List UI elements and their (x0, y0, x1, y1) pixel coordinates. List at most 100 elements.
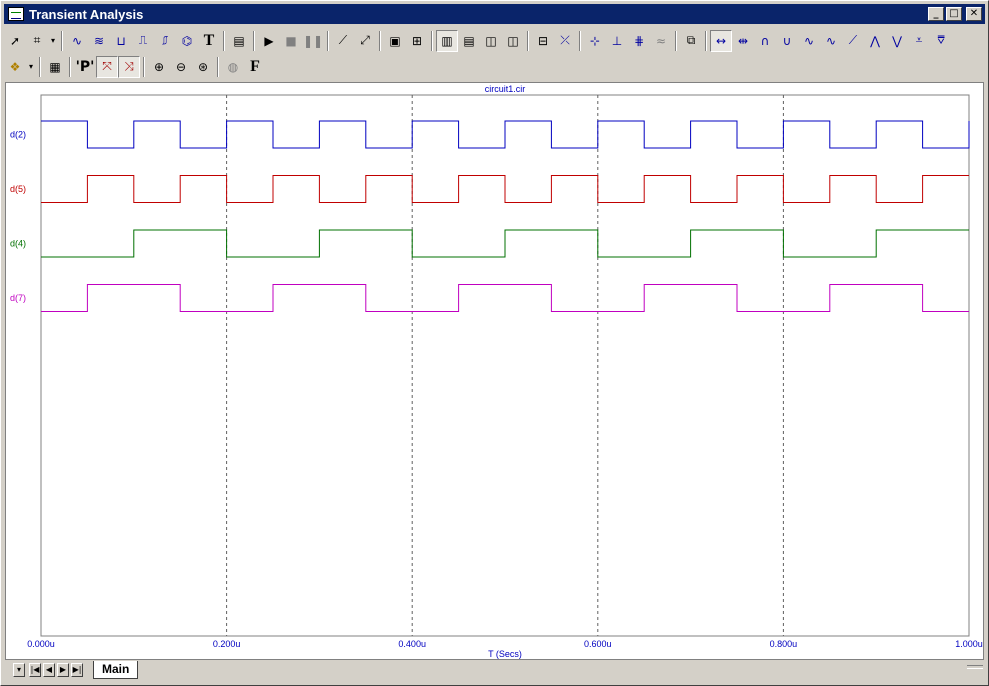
x-tick-label: 1.000u (955, 639, 983, 649)
line-icon[interactable]: ⟋ (332, 30, 354, 52)
toolbar-separator (217, 56, 219, 77)
series-label: d(4) (10, 239, 26, 249)
bode-icon[interactable]: ≋ (88, 30, 110, 52)
toolbar-separator (327, 30, 329, 51)
plot-toolbar: ❖ ▾ ▦ 'P' ⤧ ⤨ ⊕ ⊖ ⊛ ◍ F (4, 54, 266, 79)
x-tick-label: 0.400u (398, 639, 426, 649)
last-page-button[interactable]: ▶| (71, 663, 83, 677)
valley-icon[interactable]: ↔ (710, 29, 732, 52)
toolbar-separator (705, 30, 707, 51)
zoom-fit-icon[interactable]: ⊛ (192, 56, 214, 78)
stop-icon[interactable]: ■ (280, 30, 302, 52)
analysis-toolbar: ➚ ⌗ ▾ ∿ ≋ ⊔ ⎍ ⎎ ⌬ T ▤ ▶ ■ ❚❚ ⟋ ⤢ ▣ ⊞ ▥ ▤… (4, 28, 985, 53)
top-icon[interactable]: ⋀ (864, 30, 886, 52)
font-icon[interactable]: F (244, 56, 266, 78)
properties-icon[interactable]: ▤ (228, 30, 250, 52)
global-high-icon[interactable]: ∿ (820, 30, 842, 52)
toolbar-separator (527, 30, 529, 51)
maxima-icon[interactable]: ⩡ (908, 30, 930, 52)
bottom-icon[interactable]: ⋁ (886, 30, 908, 52)
toolbar-separator (253, 30, 255, 51)
x-axis-label: T (Secs) (488, 649, 522, 659)
histogram-icon[interactable]: ⊔ (110, 30, 132, 52)
series-label: d(2) (10, 130, 26, 140)
pause-icon[interactable]: ❚❚ (302, 30, 324, 52)
plot-area[interactable]: 0.000u 0.200u 0.400u 0.600u 0.800u 1.000u circ… (5, 82, 984, 660)
zoom-in-icon[interactable]: ⊕ (148, 56, 170, 78)
prev-page-button[interactable]: ◀ (43, 663, 55, 677)
tab-main[interactable]: Main (93, 661, 139, 679)
x-axis-icon[interactable]: ⤧ (96, 55, 118, 78)
grid-fine-icon[interactable]: ⊞ (406, 30, 428, 52)
step-icon[interactable]: ⎍ (132, 30, 154, 52)
minima-icon[interactable]: ⩢ (930, 30, 952, 52)
close-button[interactable]: ✕ (966, 7, 982, 21)
series-line (41, 120, 970, 149)
next-page-button[interactable]: ▶ (57, 663, 69, 677)
tag-icon[interactable]: ⋕ (628, 30, 650, 52)
layout-2-icon[interactable]: ▤ (458, 30, 480, 52)
series-label: d(5) (10, 184, 26, 194)
toolbar-separator (379, 30, 381, 51)
x-tick-label: 0.000u (27, 639, 55, 649)
global-low-icon[interactable]: ⟋ (842, 30, 864, 52)
slope-icon[interactable]: ∿ (798, 30, 820, 52)
x-tick-label: 0.800u (770, 639, 798, 649)
nav-menu-button[interactable]: ▾ (13, 663, 25, 677)
title-bar: Transient Analysis _ □ ✕ (4, 4, 985, 24)
run-icon[interactable]: ▶ (258, 30, 280, 52)
toolbar-separator (431, 30, 433, 51)
dropdown-arrow-icon[interactable]: ▾ (48, 30, 58, 52)
x-tick-label: 0.200u (213, 639, 241, 649)
maximize-button[interactable]: □ (946, 7, 962, 21)
scroll-indicator[interactable] (967, 665, 983, 669)
fourier-icon[interactable]: ⌬ (176, 30, 198, 52)
grid-icon[interactable]: ▣ (384, 30, 406, 52)
layout-3-icon[interactable]: ◫ (480, 30, 502, 52)
x-tick-label: 0.600u (584, 639, 612, 649)
toolbar-separator (579, 30, 581, 51)
toolbar-separator (61, 30, 63, 51)
high-icon[interactable]: ⇹ (732, 30, 754, 52)
globe-icon[interactable]: ◍ (222, 56, 244, 78)
trace-icon[interactable]: ⊥ (606, 30, 628, 52)
peak-next-icon[interactable]: ⧉ (680, 30, 702, 52)
data-points-icon[interactable]: 'P' (74, 56, 96, 78)
window-title: Transient Analysis (29, 6, 144, 22)
spreadsheet-icon[interactable]: ▦ (44, 56, 66, 78)
app-icon (8, 7, 24, 21)
axis-icon[interactable]: ⤫ (554, 30, 576, 52)
tokens-icon[interactable]: ⊟ (532, 30, 554, 52)
toolbar-separator (69, 56, 71, 77)
toolbar-separator (143, 56, 145, 77)
series-line (41, 229, 969, 258)
zoom-out-icon[interactable]: ⊖ (170, 56, 192, 78)
scale-icon[interactable]: ⌗ (26, 30, 48, 52)
series-line (41, 175, 969, 203)
layout-1-icon[interactable]: ▥ (436, 29, 458, 52)
transient-analysis-window: Transient Analysis _ □ ✕ ➚ ⌗ ▾ ∿ ≋ ⊔ ⎍ ⎎… (0, 0, 989, 686)
cursor-line-icon[interactable]: ⤢ (354, 30, 376, 52)
waveform-plot[interactable]: 0.000u 0.200u 0.400u 0.600u 0.800u 1.000u circ… (6, 83, 983, 659)
select-arrow-icon[interactable]: ➚ (4, 30, 26, 52)
toolbar-separator (675, 30, 677, 51)
inflection-icon[interactable]: ∪ (776, 30, 798, 52)
text-tool-icon[interactable]: T (198, 30, 220, 52)
point-icon[interactable]: ⊹ (584, 30, 606, 52)
settings-icon[interactable]: ❖ (4, 56, 26, 78)
chart-title: circuit1.cir (485, 84, 526, 94)
wave-icon[interactable]: ≈ (650, 30, 672, 52)
series-line (41, 284, 969, 312)
peak-icon[interactable]: ⎎ (154, 30, 176, 52)
dropdown-arrow-icon[interactable]: ▾ (26, 56, 36, 78)
minimize-button[interactable]: _ (928, 7, 944, 21)
y-axis-icon[interactable]: ⤨ (118, 55, 140, 78)
waveform-icon[interactable]: ∿ (66, 30, 88, 52)
low-icon[interactable]: ∩ (754, 30, 776, 52)
layout-4-icon[interactable]: ◫ (502, 30, 524, 52)
series-label: d(7) (10, 293, 26, 303)
page-tab-bar: ▾ |◀ ◀ ▶ ▶| Main (5, 661, 984, 683)
toolbar-separator (39, 56, 41, 77)
first-page-button[interactable]: |◀ (29, 663, 41, 677)
toolbar-separator (223, 30, 225, 51)
